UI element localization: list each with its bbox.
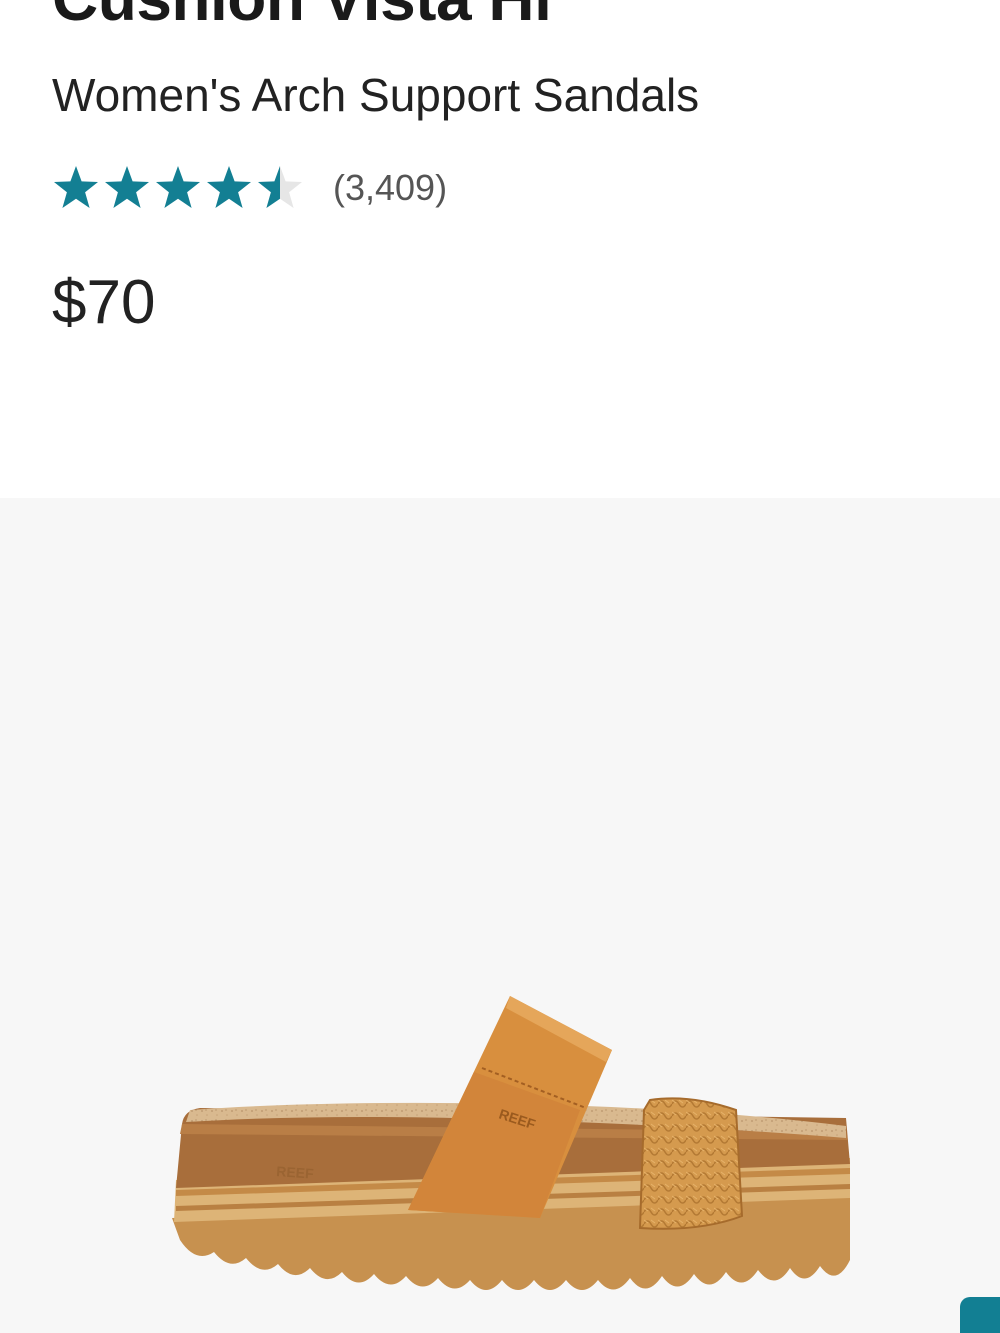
star-icon bbox=[54, 166, 98, 208]
product-price: $70 bbox=[52, 268, 156, 337]
rating-summary[interactable]: (3,409) bbox=[52, 166, 447, 210]
star-icon bbox=[207, 166, 251, 208]
review-count[interactable]: (3,409) bbox=[333, 170, 447, 206]
product-subtitle: Women's Arch Support Sandals bbox=[52, 69, 700, 121]
star-icon bbox=[156, 166, 200, 208]
star-icon bbox=[105, 166, 149, 208]
star-rating bbox=[52, 165, 307, 211]
product-page: Cushion Vista Hi Women's Arch Support Sa… bbox=[0, 0, 1000, 1333]
half-star-icon bbox=[258, 166, 302, 208]
product-image-panel[interactable]: REEF REEF bbox=[0, 498, 1000, 1333]
product-title: Cushion Vista Hi bbox=[52, 0, 552, 30]
sandal-product-image: REEF REEF bbox=[172, 996, 850, 1290]
chat-fab-button[interactable] bbox=[960, 1297, 1000, 1333]
brand-mark-side: REEF bbox=[276, 1163, 315, 1182]
